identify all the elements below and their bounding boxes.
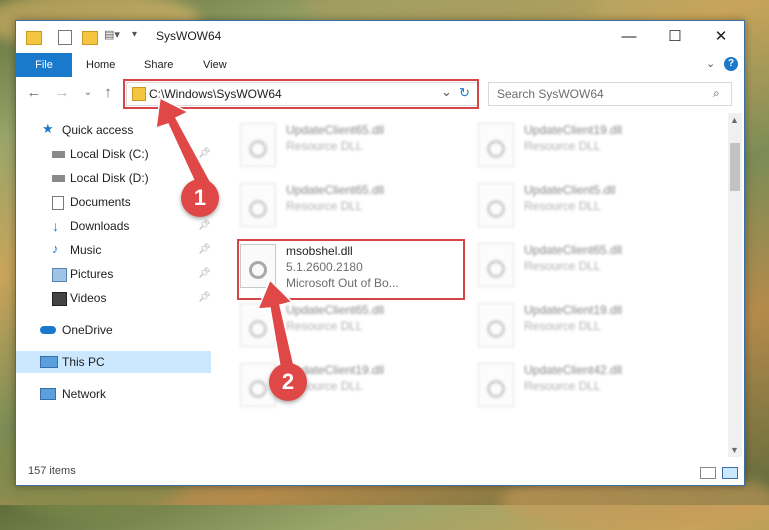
step-badge-2: 2 bbox=[269, 363, 307, 401]
step-badge-1: 1 bbox=[181, 179, 219, 217]
annotation-arrows bbox=[155, 96, 297, 379]
